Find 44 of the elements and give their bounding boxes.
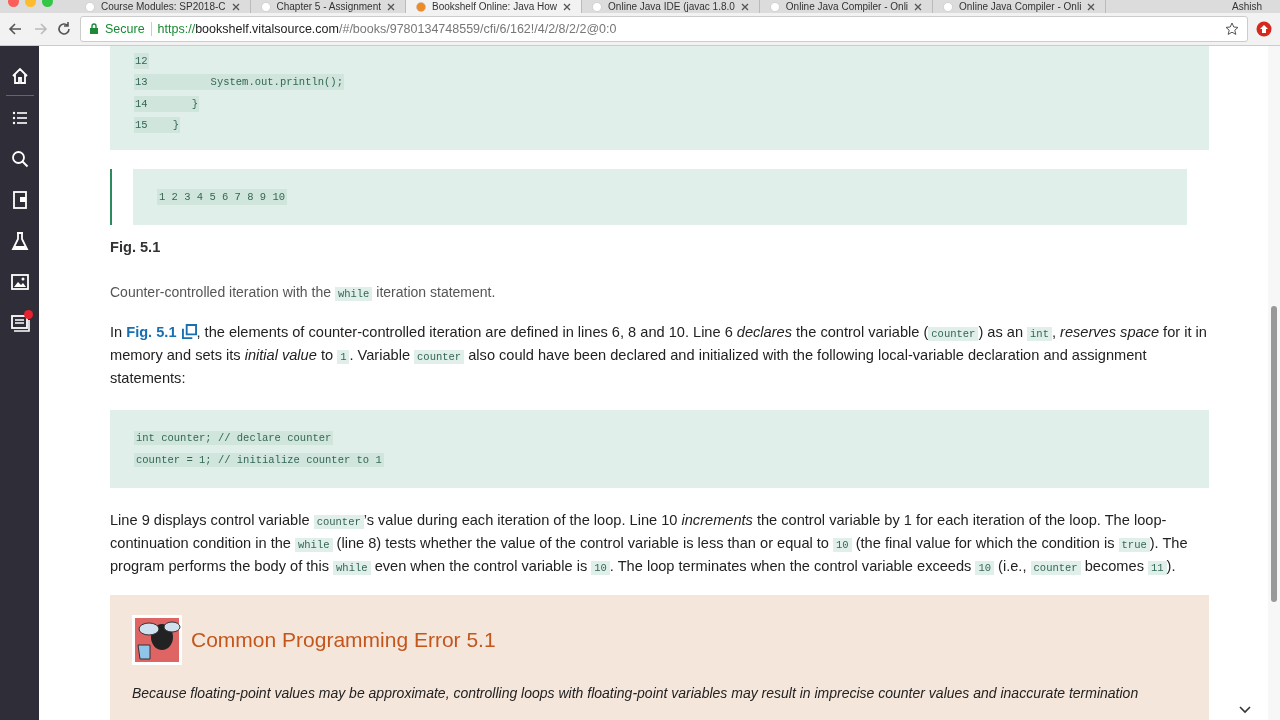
callout-text: Because floating-point values may be approximate, controlling loops with floating-point variables may result in imprecise counter values and inaccurate termination (132, 685, 1140, 701)
page-icon (943, 1, 954, 12)
browser-tab[interactable]: Course Modules: SP2018-C (75, 0, 251, 13)
page-icon (592, 1, 603, 12)
close-icon[interactable] (387, 2, 395, 11)
figure-label: Fig. 5.1 (110, 239, 162, 255)
scrollbar-thumb[interactable] (1271, 306, 1277, 602)
chevron-down-icon[interactable] (1238, 705, 1252, 714)
figure-caption: Counter-controlled iteration with the while iteration statement. (110, 283, 497, 303)
close-icon[interactable] (563, 2, 572, 11)
lock-icon (89, 23, 99, 35)
browser-tab[interactable]: Online Java IDE (javac 1.8.0 (582, 0, 760, 13)
code-listing: 12 13 System.out.println(); 14 } 15 } (110, 46, 1209, 150)
bookmark-star-icon[interactable] (1225, 22, 1239, 36)
browser-tab[interactable]: Bookshelf Online: Java How (406, 0, 583, 13)
search-icon[interactable] (9, 149, 30, 169)
page-icon (416, 1, 426, 12)
callout-title: Common Programming Error 5.1 (191, 628, 496, 652)
close-icon[interactable] (1087, 2, 1096, 11)
page-icon (85, 1, 95, 12)
close-icon[interactable] (914, 2, 923, 11)
body-paragraph: Line 9 displays control variable counter ’s value during each iteration of the loop. Line 10 increments the control variable by 1 for each iteration of the loop. The loop-continuation condition in the while (line 8) tests whether the value of the control variable is less than or equal to 10 (the final value for which the condition is true ). The program performs the body of this while even when the control variable is 10 . The loop terminates when the control variable exceeds 10 (i.e., counter becomes 11 ). (110, 511, 1189, 577)
body-paragraph: In Fig. 5.1 , the elements of counter-controlled iteration are defined in lines 6, 8 and 10. Line 6 declares the control variable ( counter ) as an int , reserves space for it in memory and sets its initial value to 1 . Variable counter also could have been declared and initialized with the following local-variable declaration and assignment statements: (110, 323, 1208, 388)
close-icon[interactable] (740, 2, 749, 11)
close-icon[interactable] (231, 2, 240, 11)
page-icon (769, 1, 780, 12)
back-icon[interactable] (8, 21, 24, 37)
figure-link[interactable]: Fig. 5.1 (126, 324, 197, 340)
extension-icon[interactable] (1256, 21, 1272, 37)
external-link-icon (181, 324, 197, 339)
page-icon (260, 1, 271, 12)
flask-icon[interactable] (9, 231, 30, 251)
browser-tab[interactable]: Online Java Compiler - Onli (933, 0, 1107, 13)
url-text: https://bookshelf.vitalsource.com/#/books/9780134748559/cfi/6/162!/4/2/8/2/2@0:0 (157, 22, 617, 36)
browser-tab[interactable]: Online Java Compiler - Onli (759, 0, 934, 13)
code-block: int counter; // declare counter counter = 1; // initialize counter to 1 (110, 410, 1209, 488)
image-icon[interactable] (9, 272, 30, 292)
cards-icon[interactable] (9, 313, 30, 333)
secure-label: Secure (105, 22, 145, 36)
address-bar[interactable]: Secure https://bookshelf.vitalsource.com/#/books/9780134748559/cfi/6/162!/4/2/8/2/2@0:0 (80, 16, 1248, 42)
program-output: 1 2 3 4 5 6 7 8 9 10 (133, 169, 1187, 225)
bug-icon (132, 615, 182, 665)
profile-name[interactable]: Ashish (1232, 1, 1262, 12)
reload-icon[interactable] (56, 21, 72, 37)
